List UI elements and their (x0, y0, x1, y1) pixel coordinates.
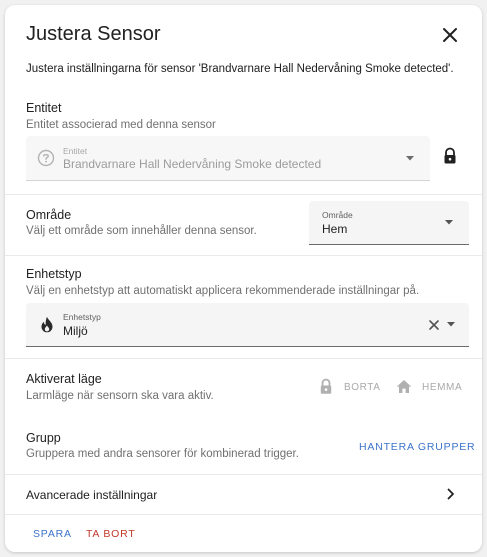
clear-icon[interactable] (428, 319, 440, 331)
lock-icon (320, 378, 332, 394)
mode-away-button[interactable]: BORTA (318, 377, 390, 399)
entity-section-subtitle: Entitet associerad med denna sensor (26, 119, 216, 131)
manage-groups-button[interactable]: HANTERA GRUPPER (359, 441, 475, 453)
close-icon (443, 28, 457, 42)
divider (5, 514, 482, 515)
lock-icon[interactable] (442, 147, 458, 165)
divider (5, 358, 482, 359)
advanced-settings-row[interactable]: Avancerade inställningar (5, 475, 482, 513)
modes-section-subtitle: Larmläge när sensorn ska vara aktiv. (26, 390, 214, 402)
group-section-title: Grupp (26, 431, 61, 445)
device-type-section-title: Enhetstyp (26, 267, 82, 281)
mode-home-label: HEMMA (422, 382, 463, 393)
divider (5, 194, 482, 195)
help-circle-icon (37, 149, 55, 167)
area-section-subtitle: Välj ett område som innehåller denna sen… (26, 225, 257, 237)
entity-select[interactable]: Entitet Brandvarnare Hall Nedervåning Sm… (26, 136, 430, 181)
chevron-right-icon (447, 488, 454, 500)
chevron-down-icon (447, 322, 455, 327)
device-type-section-subtitle: Välj en enhetstyp att automatiskt applic… (26, 285, 420, 297)
chevron-down-icon (406, 156, 414, 161)
close-button[interactable] (438, 23, 462, 47)
home-icon (396, 380, 412, 393)
area-select[interactable]: Område Hem (309, 201, 469, 245)
mode-away-label: BORTA (344, 382, 381, 393)
advanced-settings-label: Avancerade inställningar (26, 488, 158, 502)
fire-icon (41, 316, 53, 333)
dialog-title: Justera Sensor (26, 23, 161, 45)
area-section-title: Område (26, 208, 72, 222)
entity-field-label: Entitet (63, 146, 88, 156)
chevron-down-icon (445, 220, 453, 225)
delete-button[interactable]: TA BORT (86, 528, 136, 540)
divider (5, 255, 482, 256)
group-section-subtitle: Gruppera med andra sensorer för kombiner… (26, 448, 299, 460)
sensor-settings-dialog: Justera Sensor Justera inställningarna f… (5, 5, 482, 552)
entity-field-value: Brandvarnare Hall Nedervåning Smoke dete… (63, 157, 322, 171)
save-button[interactable]: SPARA (33, 528, 72, 540)
mode-home-button[interactable]: HEMMA (395, 377, 470, 399)
area-field-value: Hem (322, 222, 348, 236)
modes-section-title: Aktiverat läge (26, 372, 102, 386)
device-type-select[interactable]: Enhetstyp Miljö (26, 303, 469, 347)
device-type-field-value: Miljö (63, 324, 88, 338)
device-type-field-label: Enhetstyp (63, 312, 101, 322)
area-field-label: Område (322, 210, 353, 220)
entity-section-title: Entitet (26, 101, 62, 115)
dialog-description: Justera inställningarna för sensor 'Bran… (26, 63, 454, 75)
